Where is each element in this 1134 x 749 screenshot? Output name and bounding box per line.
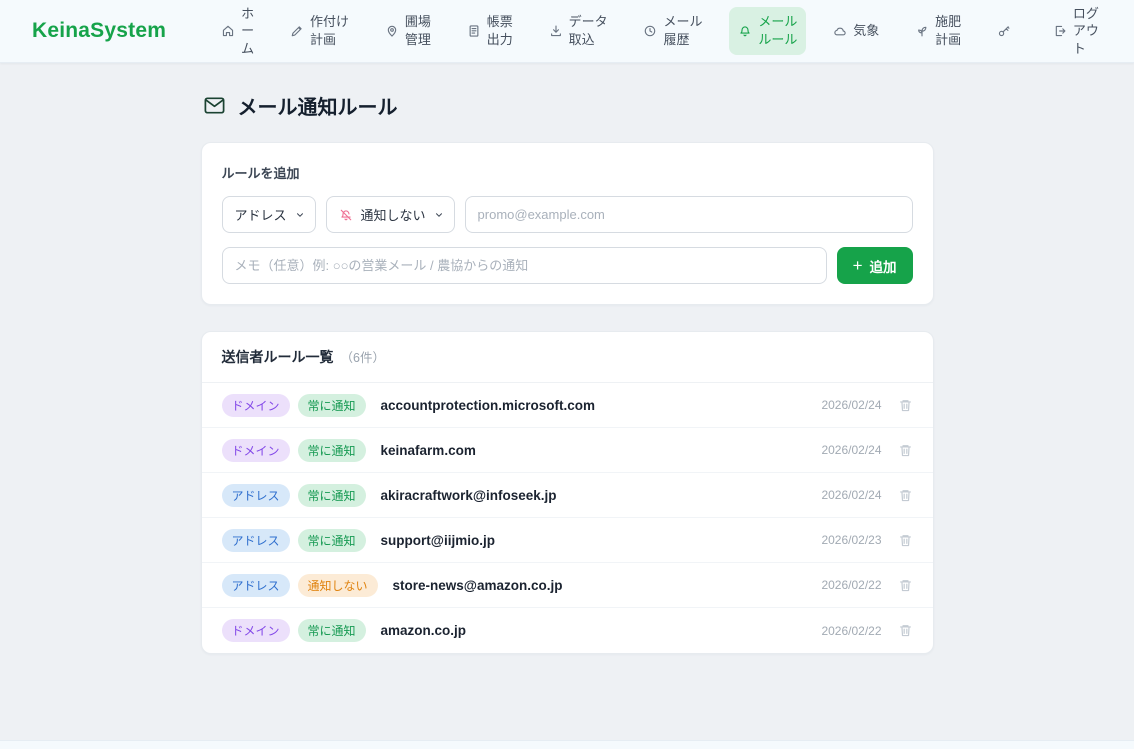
map-pin-icon (385, 24, 399, 38)
add-rule-button[interactable]: + 追加 (837, 247, 913, 284)
delete-rule-button[interactable] (898, 533, 913, 548)
nav-item-home[interactable]: ホ ー ム (212, 0, 263, 63)
top-bar: KeinaSystem ホ ー ム 作付け 計画 圃場 管理 帳票 出力 データ… (0, 0, 1134, 63)
rule-type-select[interactable]: アドレス (222, 196, 316, 233)
rule-type-value: アドレス (235, 205, 287, 224)
nav-item-key[interactable] (988, 18, 1026, 44)
main-content: メール通知ルール ルールを追加 アドレス 通知しない (0, 63, 1134, 654)
nav-item-fertilization-plan[interactable]: 施肥 計画 (906, 7, 970, 54)
rule-name: store-news@amazon.co.jp (393, 578, 563, 593)
bell-slash-icon (339, 208, 353, 222)
chevron-down-icon (295, 210, 305, 220)
rule-row: ドメイン 常に通知 keinafarm.com 2026/02/24 (202, 428, 933, 473)
rule-date: 2026/02/23 (821, 533, 881, 547)
bell-icon (738, 24, 752, 38)
rule-name: keinafarm.com (381, 443, 476, 458)
add-rule-memo-row: + 追加 (222, 247, 913, 284)
document-icon (467, 24, 481, 38)
add-rule-button-label: 追加 (870, 256, 897, 276)
delete-rule-button[interactable] (898, 578, 913, 593)
delete-rule-button[interactable] (898, 443, 913, 458)
nav-item-logout[interactable]: ログ アウ ト (1044, 0, 1108, 63)
page-title: メール通知ルール (238, 91, 398, 120)
logout-icon (1053, 24, 1067, 38)
rule-date: 2026/02/24 (821, 398, 881, 412)
nav-item-label: データ 取込 (569, 13, 608, 48)
rule-type-badge: アドレス (222, 529, 290, 552)
rules-count-badge: （6件） (341, 347, 385, 366)
pencil-icon (290, 24, 304, 38)
key-icon (997, 24, 1011, 38)
rule-type-badge: アドレス (222, 484, 290, 507)
download-icon (549, 24, 563, 38)
rule-date: 2026/02/24 (821, 488, 881, 502)
rule-type-badge: ドメイン (222, 394, 290, 417)
nav-item-label: 作付け 計画 (310, 13, 349, 48)
nav-item-label: メール ルール (758, 13, 797, 48)
delete-rule-button[interactable] (898, 623, 913, 638)
rule-date: 2026/02/22 (821, 578, 881, 592)
nav-item-weather[interactable]: 気象 (824, 16, 888, 46)
rule-row: アドレス 常に通知 support@iijmio.jp 2026/02/23 (202, 518, 933, 563)
plant-icon (915, 24, 929, 38)
delete-rule-button[interactable] (898, 398, 913, 413)
rule-action-value: 通知しない (361, 205, 426, 224)
rule-action-badge: 通知しない (298, 574, 378, 597)
home-icon (221, 24, 235, 38)
brand-logo: KeinaSystem (32, 19, 166, 43)
cloud-icon (833, 24, 847, 38)
nav-item-label: ホ ー ム (241, 5, 254, 58)
rule-name: support@iijmio.jp (381, 533, 495, 548)
email-address-input[interactable] (465, 196, 913, 233)
nav-item-report-output[interactable]: 帳票 出力 (458, 7, 522, 54)
mail-icon (203, 94, 226, 117)
add-rule-card: ルールを追加 アドレス 通知しない + (201, 142, 934, 305)
rule-action-badge: 常に通知 (298, 394, 366, 417)
rule-date: 2026/02/22 (821, 624, 881, 638)
rule-type-badge: アドレス (222, 574, 290, 597)
nav-item-label: 圃場 管理 (405, 13, 431, 48)
chevron-down-icon (434, 210, 444, 220)
rule-name: accountprotection.microsoft.com (381, 398, 596, 413)
rule-name: akiracraftwork@infoseek.jp (381, 488, 557, 503)
nav-item-label: 帳票 出力 (487, 13, 513, 48)
rule-type-badge: ドメイン (222, 439, 290, 462)
plus-icon: + (853, 257, 863, 274)
nav-item-label: メール 履歴 (663, 13, 702, 48)
add-rule-controls: アドレス 通知しない (222, 196, 913, 233)
rule-action-badge: 常に通知 (298, 484, 366, 507)
nav-item-field-management[interactable]: 圃場 管理 (376, 7, 440, 54)
rule-type-badge: ドメイン (222, 619, 290, 642)
rule-action-badge: 常に通知 (298, 619, 366, 642)
rule-row: アドレス 常に通知 akiracraftwork@infoseek.jp 202… (202, 473, 933, 518)
rule-row: ドメイン 常に通知 amazon.co.jp 2026/02/22 (202, 608, 933, 653)
add-rule-title: ルールを追加 (222, 163, 913, 182)
history-icon (643, 24, 657, 38)
main-nav: ホ ー ム 作付け 計画 圃場 管理 帳票 出力 データ 取込 メール 履歴 メ… (212, 0, 1108, 63)
nav-item-mail-history[interactable]: メール 履歴 (634, 7, 711, 54)
rule-action-select[interactable]: 通知しない (326, 196, 455, 233)
page-title-row: メール通知ルール (201, 91, 934, 120)
rule-name: amazon.co.jp (381, 623, 467, 638)
nav-item-data-import[interactable]: データ 取込 (540, 7, 617, 54)
rules-list-title: 送信者ルール一覧 (222, 347, 334, 367)
sender-rules-card: 送信者ルール一覧 （6件） ドメイン 常に通知 accountprotectio… (201, 331, 934, 654)
nav-item-label: ログ アウ ト (1073, 5, 1099, 58)
rule-action-badge: 常に通知 (298, 439, 366, 462)
memo-input[interactable] (222, 247, 827, 284)
rule-date: 2026/02/24 (821, 443, 881, 457)
bottom-bar (0, 740, 1134, 749)
delete-rule-button[interactable] (898, 488, 913, 503)
nav-item-label: 気象 (853, 22, 879, 40)
rules-list-header: 送信者ルール一覧 （6件） (202, 332, 933, 383)
nav-item-mail-rules[interactable]: メール ルール (729, 7, 806, 54)
rule-row: ドメイン 常に通知 accountprotection.microsoft.co… (202, 383, 933, 428)
nav-item-label: 施肥 計画 (935, 13, 961, 48)
rule-action-badge: 常に通知 (298, 529, 366, 552)
nav-item-planting-plan[interactable]: 作付け 計画 (281, 7, 358, 54)
rule-row: アドレス 通知しない store-news@amazon.co.jp 2026/… (202, 563, 933, 608)
